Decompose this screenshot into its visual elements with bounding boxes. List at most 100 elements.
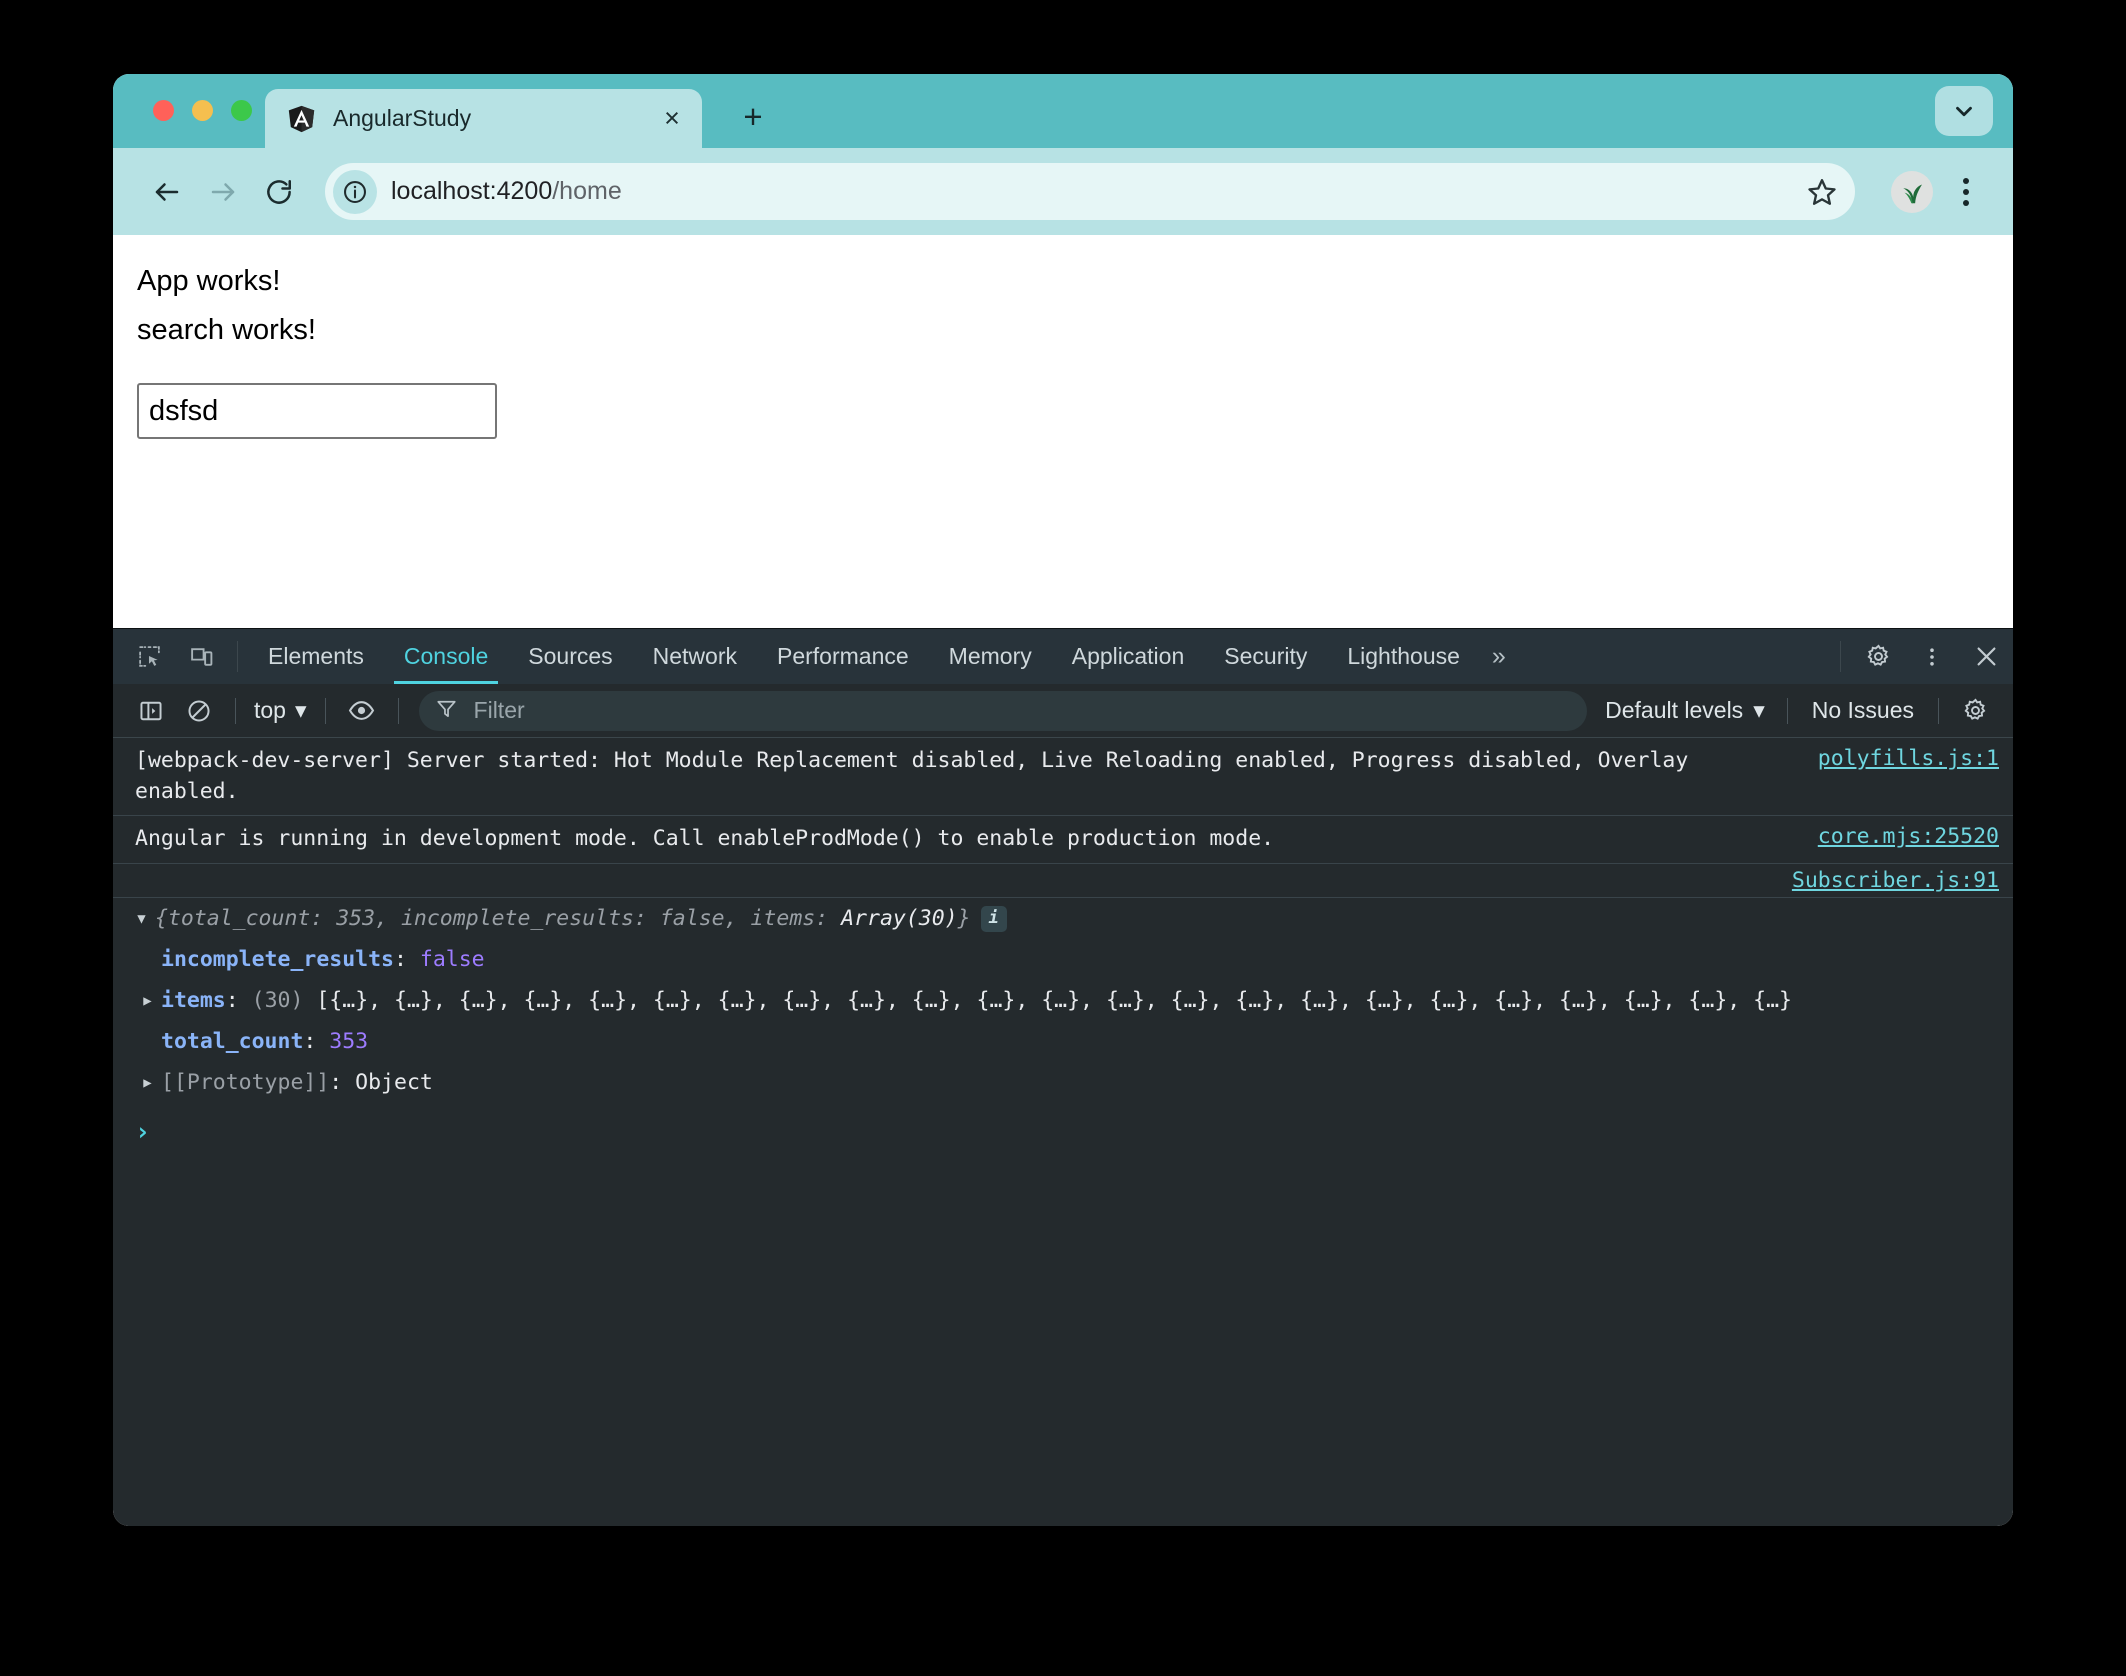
preview-value-total-count: 353 (336, 906, 375, 931)
close-tab-button[interactable]: × (654, 101, 690, 137)
chevron-down-icon[interactable] (1935, 86, 1993, 136)
property-separator: : (394, 947, 420, 972)
console-sidebar-icon[interactable] (127, 690, 175, 732)
devtools-tab-bar: Elements Console Sources Network Perform… (113, 629, 2013, 684)
expand-triangle-icon[interactable]: ▸ (141, 1067, 161, 1098)
property-array-count: (30) (252, 988, 304, 1013)
tab-application[interactable]: Application (1052, 629, 1205, 684)
address-bar[interactable]: localhost:4200/home (325, 163, 1855, 220)
inspect-element-icon[interactable] (123, 629, 175, 684)
console-message-row: Angular is running in development mode. … (113, 816, 2013, 864)
preview-colon: : (310, 906, 336, 931)
profile-avatar[interactable] (1891, 171, 1933, 213)
preview-comma: , (725, 906, 751, 931)
issues-status[interactable]: No Issues (1800, 697, 1926, 724)
tab-console[interactable]: Console (384, 629, 508, 684)
preview-key-items: items (750, 906, 815, 931)
info-badge-icon[interactable]: i (981, 906, 1007, 932)
tab-sources[interactable]: Sources (508, 629, 632, 684)
property-space (303, 988, 316, 1013)
expand-triangle-icon[interactable]: ▸ (141, 985, 161, 1016)
toolbar-divider (237, 641, 238, 672)
console-message-text: [webpack-dev-server] Server started: Hot… (135, 746, 1818, 807)
object-property-text: total_count: 353 (161, 1026, 2013, 1057)
app-works-text: App works! (137, 257, 2013, 306)
preview-colon: : (815, 906, 841, 931)
tab-strip: AngularStudy × + (113, 74, 2013, 148)
close-window-button[interactable] (153, 100, 174, 121)
clear-console-icon[interactable] (175, 690, 223, 732)
page-viewport: App works! search works! (113, 235, 2013, 628)
reload-button[interactable] (251, 164, 307, 220)
object-property-row: ▸ [[Prototype]]: Object (113, 1062, 2013, 1103)
new-tab-button[interactable]: + (733, 96, 773, 136)
kebab-menu-icon[interactable] (1943, 166, 1989, 218)
browser-tab-title: AngularStudy (333, 105, 654, 132)
object-preview-close-brace: } (958, 906, 971, 931)
tab-memory[interactable]: Memory (929, 629, 1052, 684)
tab-security[interactable]: Security (1204, 629, 1327, 684)
minimize-window-button[interactable] (192, 100, 213, 121)
console-message-source-link[interactable]: core.mjs:25520 (1818, 824, 2013, 849)
search-input[interactable] (137, 383, 497, 439)
preview-key-total-count: total_count (168, 906, 310, 931)
console-message-source-link[interactable]: Subscriber.js:91 (1792, 868, 2013, 893)
console-message-source-link[interactable]: polyfills.js:1 (1818, 746, 2013, 771)
tab-performance[interactable]: Performance (757, 629, 929, 684)
toolbar-divider (325, 698, 326, 724)
console-message-list: [webpack-dev-server] Server started: Hot… (113, 738, 2013, 1526)
console-toolbar: top ▾ Default levels (113, 684, 2013, 738)
settings-gear-icon[interactable] (1851, 629, 1905, 684)
console-input-prompt[interactable]: › (113, 1103, 2013, 1146)
preview-key-incomplete-results: incomplete_results (401, 906, 634, 931)
expand-triangle-icon[interactable]: ▾ (135, 903, 155, 934)
property-value-incomplete-results: false (420, 947, 485, 972)
url-host: localhost:4200 (391, 177, 552, 205)
toolbar-divider (1938, 698, 1939, 724)
property-value-items: [{…}, {…}, {…}, {…}, {…}, {…}, {…}, {…},… (316, 988, 1792, 1013)
tab-lighthouse[interactable]: Lighthouse (1327, 629, 1480, 684)
property-key-total-count[interactable]: total_count (161, 1029, 303, 1054)
console-object-group: ▾ {total_count: 353, incomplete_results:… (113, 898, 2013, 1104)
maximize-window-button[interactable] (231, 100, 252, 121)
device-toolbar-icon[interactable] (175, 629, 227, 684)
close-devtools-icon[interactable] (1959, 629, 2013, 684)
console-settings-gear-icon[interactable] (1951, 690, 1999, 732)
window-traffic-lights (153, 100, 252, 121)
prompt-chevron-icon: › (135, 1117, 150, 1146)
property-separator: : (226, 988, 252, 1013)
info-circle-icon[interactable] (333, 170, 377, 214)
property-key-incomplete-results[interactable]: incomplete_results (161, 947, 394, 972)
object-property-row: total_count: 353 (113, 1021, 2013, 1062)
tab-network[interactable]: Network (633, 629, 757, 684)
preview-value-incomplete-results: false (660, 906, 725, 931)
console-filter-box[interactable] (419, 691, 1588, 731)
star-icon[interactable] (1799, 169, 1845, 215)
object-preview-text: {total_count: 353, incomplete_results: f… (155, 903, 2013, 934)
search-works-text: search works! (137, 306, 2013, 355)
log-levels-selector[interactable]: Default levels ▾ (1595, 697, 1775, 724)
toolbar-divider (398, 698, 399, 724)
forward-button[interactable] (195, 164, 251, 220)
devtools-kebab-menu-icon[interactable] (1905, 629, 1959, 684)
live-expression-icon[interactable] (338, 690, 386, 732)
back-button[interactable] (139, 164, 195, 220)
more-tabs-icon[interactable]: » (1480, 629, 1518, 684)
browser-window: AngularStudy × + (113, 74, 2013, 1526)
property-separator: : (303, 1029, 329, 1054)
object-property-text: items: (30) [{…}, {…}, {…}, {…}, {…}, {…… (161, 985, 2013, 1016)
tab-elements[interactable]: Elements (248, 629, 384, 684)
execution-context-selector[interactable]: top ▾ (248, 697, 313, 724)
execution-context-label: top (254, 697, 286, 724)
preview-colon: : (634, 906, 660, 931)
console-message-text: Angular is running in development mode. … (135, 824, 1818, 855)
property-key-items[interactable]: items (161, 988, 226, 1013)
object-property-row: ▸ items: (30) [{…}, {…}, {…}, {…}, {…}, … (113, 980, 2013, 1021)
angular-shield-icon (287, 104, 316, 133)
toolbar-divider (1840, 641, 1841, 672)
url-path: /home (552, 177, 621, 205)
browser-tab-angularstudy[interactable]: AngularStudy × (265, 89, 702, 148)
browser-nav-bar: localhost:4200/home (113, 148, 2013, 235)
property-key-prototype[interactable]: [[Prototype]] (161, 1070, 329, 1095)
console-filter-input[interactable] (472, 696, 1572, 725)
